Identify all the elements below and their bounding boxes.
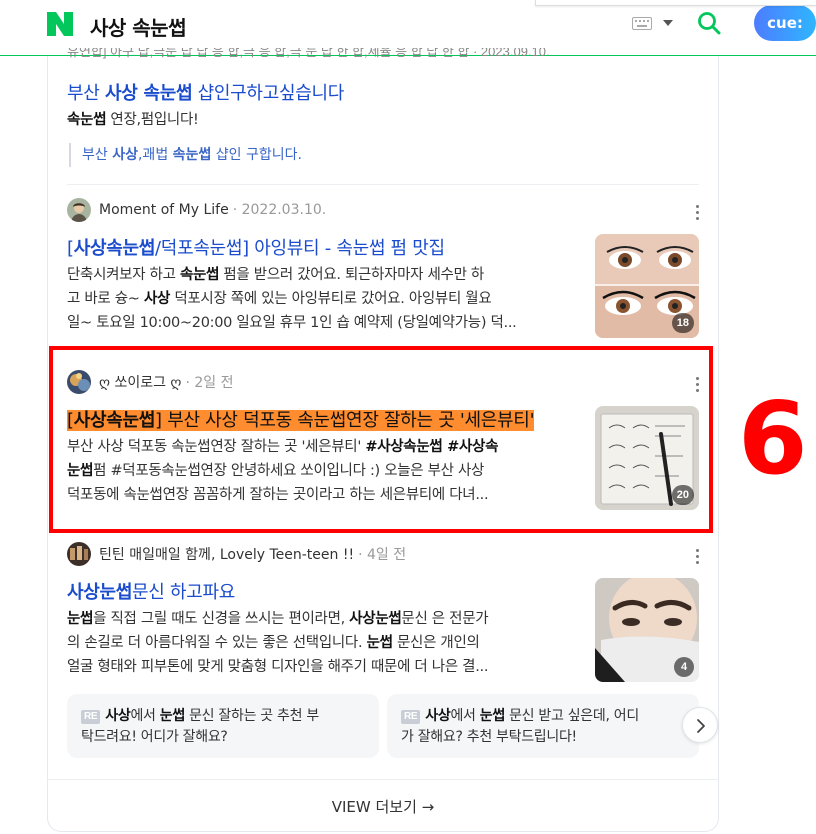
re-badge: RE bbox=[401, 710, 421, 724]
post-date: · 4일 전 bbox=[358, 547, 407, 563]
post-description[interactable]: 눈썹을 직접 그릴 때도 신경을 쓰시는 편이라면, 사상눈썹문신 은 전문가 … bbox=[67, 607, 579, 679]
desc-text: 을 직접 그릴 때도 신경을 쓰시는 편이라면, bbox=[93, 611, 350, 627]
desc-text: 단축시켜보자 하고 bbox=[67, 267, 180, 283]
desc-keyword: 사상 bbox=[143, 291, 171, 307]
post-meta: 틴틴 매일매일 함께, Lovely Teen-teen !! · 4일 전 bbox=[67, 542, 407, 566]
chevron-right-icon bbox=[697, 719, 705, 733]
search-query[interactable]: 사상 속눈썹 bbox=[90, 12, 186, 41]
quote-text: ,괘법 bbox=[137, 147, 173, 163]
desc-text: 덕포시장 쪽에 있는 아잉뷰티로 갔어요. 아잉뷰티 월요 bbox=[170, 291, 492, 307]
desc-keyword: 눈썹 bbox=[67, 611, 94, 627]
chip-text: 문신 받고 싶은데, 어디 bbox=[504, 708, 639, 724]
image-count-badge: 18 bbox=[671, 313, 694, 333]
related-question-chip[interactable]: RE 사상에서 눈썹 문신 받고 싶은데, 어디 가 잘해요? 추천 부탁드립니다… bbox=[387, 694, 699, 758]
author-name[interactable]: Moment of My Life bbox=[99, 202, 229, 218]
post-description[interactable]: 단축시켜보자 하고 속눈썹 펌을 받으러 갔어요. 퇴근하자마자 세수만 하 고… bbox=[67, 263, 579, 335]
author-name[interactable]: 틴틴 매일매일 함께, Lovely Teen-teen !! bbox=[99, 544, 354, 564]
search-icon[interactable] bbox=[697, 11, 721, 35]
more-options-icon[interactable] bbox=[694, 204, 700, 220]
related-question-chip[interactable]: RE 사상에서 눈썹 문신 잘하는 곳 추천 부 탁드려요! 어디가 잘해요? bbox=[67, 694, 379, 758]
naver-logo[interactable] bbox=[47, 12, 73, 36]
desc-text: 얼굴 형태와 피부톤에 맞게 맞춤형 디자인을 해주기 때문에 더 나은 결..… bbox=[67, 659, 489, 675]
keyboard-icon[interactable] bbox=[632, 17, 652, 30]
post-date: · 2022.03.10. bbox=[232, 202, 327, 218]
quote-keyword: 사상 bbox=[112, 147, 138, 163]
chip-text: 탁드려요! 어디가 잘해요? bbox=[81, 729, 228, 745]
more-options-icon[interactable] bbox=[694, 548, 700, 564]
post-title[interactable]: 부산 사상 속눈썹 샵인구하고싶습니다 bbox=[67, 79, 344, 105]
desc-text: 고 바로 슝~ bbox=[67, 291, 144, 307]
title-text: /덕포속눈썹] 아잉뷰티 - 속눈썹 펌 맛집 bbox=[155, 238, 445, 259]
desc-keyword: 속눈썹 bbox=[179, 267, 220, 283]
chip-text: 문신 잘하는 곳 추천 부 bbox=[184, 708, 319, 724]
post-description[interactable]: 속눈썹 연장,펌입니다! bbox=[67, 108, 199, 132]
cutoff-meta-line: 유연합] 아구 답,극눈 답 답 응 합,극 응 합,극 눈 답 한 합,세율 … bbox=[67, 48, 627, 62]
chip-keyword: 눈썹 bbox=[159, 708, 185, 724]
divider bbox=[67, 184, 699, 185]
desc-keyword: 눈썹 bbox=[366, 635, 393, 651]
avatar[interactable] bbox=[67, 198, 91, 222]
desc-keyword: 사상눈썹 bbox=[349, 611, 402, 627]
chip-text: 에서 bbox=[450, 708, 480, 724]
cutoff-text: 유연합] 아구 답,극눈 답 답 응 합,극 응 합,극 눈 답 한 합,세율 … bbox=[67, 48, 550, 59]
chip-keyword: 사상 bbox=[425, 708, 451, 724]
desc-text: 연장,펌입니다! bbox=[106, 112, 199, 128]
title-keyword: 사상눈썹 bbox=[67, 582, 133, 603]
desc-text: 일~ 토요일 10:00~20:00 일요일 휴무 1인 숍 예약제 (당일예약… bbox=[67, 315, 517, 331]
annotation-highlight-box bbox=[49, 346, 713, 533]
chip-text: 에서 bbox=[130, 708, 160, 724]
post-title[interactable]: 사상눈썹문신 하고파요 bbox=[67, 578, 235, 604]
post-quote[interactable]: 부산 사상,괘법 속눈썹 샵인 구합니다. bbox=[69, 143, 302, 167]
dropdown-panel-edge bbox=[535, 0, 816, 6]
title-text: 샵인구하고싶습니다 bbox=[192, 83, 345, 104]
avatar[interactable] bbox=[67, 542, 91, 566]
chip-text: 가 잘해요? 추천 부탁드립니다! bbox=[401, 729, 577, 745]
desc-text: 문신 은 전문가 bbox=[401, 611, 489, 627]
quote-text: 샵인 구합니다. bbox=[211, 147, 302, 163]
re-badge: RE bbox=[81, 710, 101, 724]
chevron-down-icon[interactable] bbox=[662, 18, 674, 28]
title-text: 문신 하고파요 bbox=[132, 582, 236, 603]
title-keyword: 사상 속눈썹 bbox=[104, 83, 193, 104]
annotation-number: 6 bbox=[738, 380, 808, 497]
quote-text: 부산 bbox=[82, 147, 113, 163]
chip-keyword: 눈썹 bbox=[479, 708, 505, 724]
view-more-button[interactable]: VIEW 더보기 → bbox=[47, 779, 719, 832]
desc-text: 의 손길로 더 아름다워질 수 있는 좋은 선택입니다. bbox=[67, 635, 367, 651]
quote-keyword: 속눈썹 bbox=[172, 147, 212, 163]
desc-text: 문신은 개인의 bbox=[392, 635, 480, 651]
post-thumbnail[interactable]: 4 bbox=[595, 578, 699, 682]
post-meta: Moment of My Life · 2022.03.10. bbox=[67, 198, 327, 222]
post-title[interactable]: [사상속눈썹/덕포속눈썹] 아잉뷰티 - 속눈썹 펌 맛집 bbox=[67, 234, 445, 260]
desc-keyword: 속눈썹 bbox=[67, 112, 107, 128]
title-text: [ bbox=[67, 238, 74, 259]
cue-button[interactable]: cue: bbox=[754, 5, 816, 41]
image-count-badge: 4 bbox=[674, 657, 694, 677]
desc-text: 펌을 받으러 갔어요. 퇴근하자마자 세수만 하 bbox=[219, 267, 484, 283]
chip-keyword: 사상 bbox=[105, 708, 131, 724]
title-keyword: 사상속눈썹 bbox=[73, 238, 156, 259]
title-text: 부산 bbox=[67, 83, 105, 104]
next-chips-button[interactable] bbox=[682, 707, 718, 743]
post-thumbnail[interactable]: 18 bbox=[595, 234, 699, 338]
